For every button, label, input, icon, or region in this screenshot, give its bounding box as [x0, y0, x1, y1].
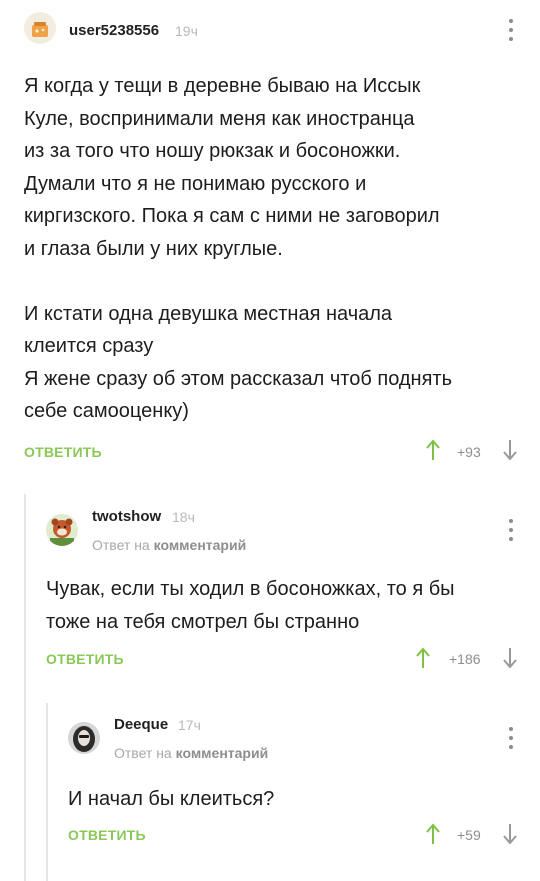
comment-text: И начал бы клеиться?	[68, 788, 275, 810]
comment-reply: twotshow 18ч Ответ на комментарий Чувак,…	[46, 506, 540, 686]
reply-to-link[interactable]: Ответ на комментарий	[92, 537, 246, 553]
arrow-down-icon[interactable]	[503, 439, 517, 461]
username[interactable]: user5238556	[69, 22, 159, 39]
reply-button[interactable]: ОТВЕТИТЬ	[68, 827, 146, 843]
arrow-down-icon[interactable]	[503, 647, 517, 669]
reply-to-link[interactable]: Ответ на комментарий	[114, 745, 268, 761]
more-options-icon[interactable]	[506, 727, 516, 749]
reply-to-prefix: Ответ на	[92, 537, 150, 553]
reply-to-comment-link[interactable]: комментарий	[176, 745, 269, 761]
reply-button[interactable]: ОТВЕТИТЬ	[24, 444, 102, 460]
red-panda-avatar-icon[interactable]	[46, 514, 78, 546]
reply-to-prefix: Ответ на	[114, 745, 172, 761]
timestamp: 18ч	[172, 509, 195, 525]
username[interactable]: Deeque	[114, 716, 168, 733]
timestamp: 19ч	[175, 23, 198, 39]
comment: user5238556 19ч Я когда у тещи в деревне…	[24, 10, 540, 480]
vote-count: +93	[457, 444, 481, 460]
comment-text: Чувак, если ты ходил в босоножках, то я …	[46, 578, 455, 633]
reply-to-comment-link[interactable]: комментарий	[154, 537, 247, 553]
vote-count: +59	[457, 827, 481, 843]
comment-text: Я когда у тещи в деревне бываю на Иссык …	[24, 75, 452, 422]
arrow-up-icon[interactable]	[416, 647, 430, 669]
thread-line-level-1	[24, 494, 26, 881]
arrow-up-icon[interactable]	[426, 823, 440, 845]
vote-count: +186	[449, 651, 481, 667]
username[interactable]: twotshow	[92, 508, 161, 525]
portrait-avatar-icon[interactable]	[68, 722, 100, 754]
cookie-jar-avatar-icon[interactable]	[24, 12, 56, 44]
thread-line-level-2	[46, 703, 48, 881]
comment-header: user5238556 19ч	[24, 12, 540, 48]
comment-reply: Deeque 17ч Ответ на комментарий И начал …	[68, 714, 540, 864]
timestamp: 17ч	[178, 717, 201, 733]
more-options-icon[interactable]	[506, 19, 516, 41]
arrow-down-icon[interactable]	[503, 823, 517, 845]
arrow-up-icon[interactable]	[426, 439, 440, 461]
reply-button[interactable]: ОТВЕТИТЬ	[46, 651, 124, 667]
more-options-icon[interactable]	[506, 519, 516, 541]
